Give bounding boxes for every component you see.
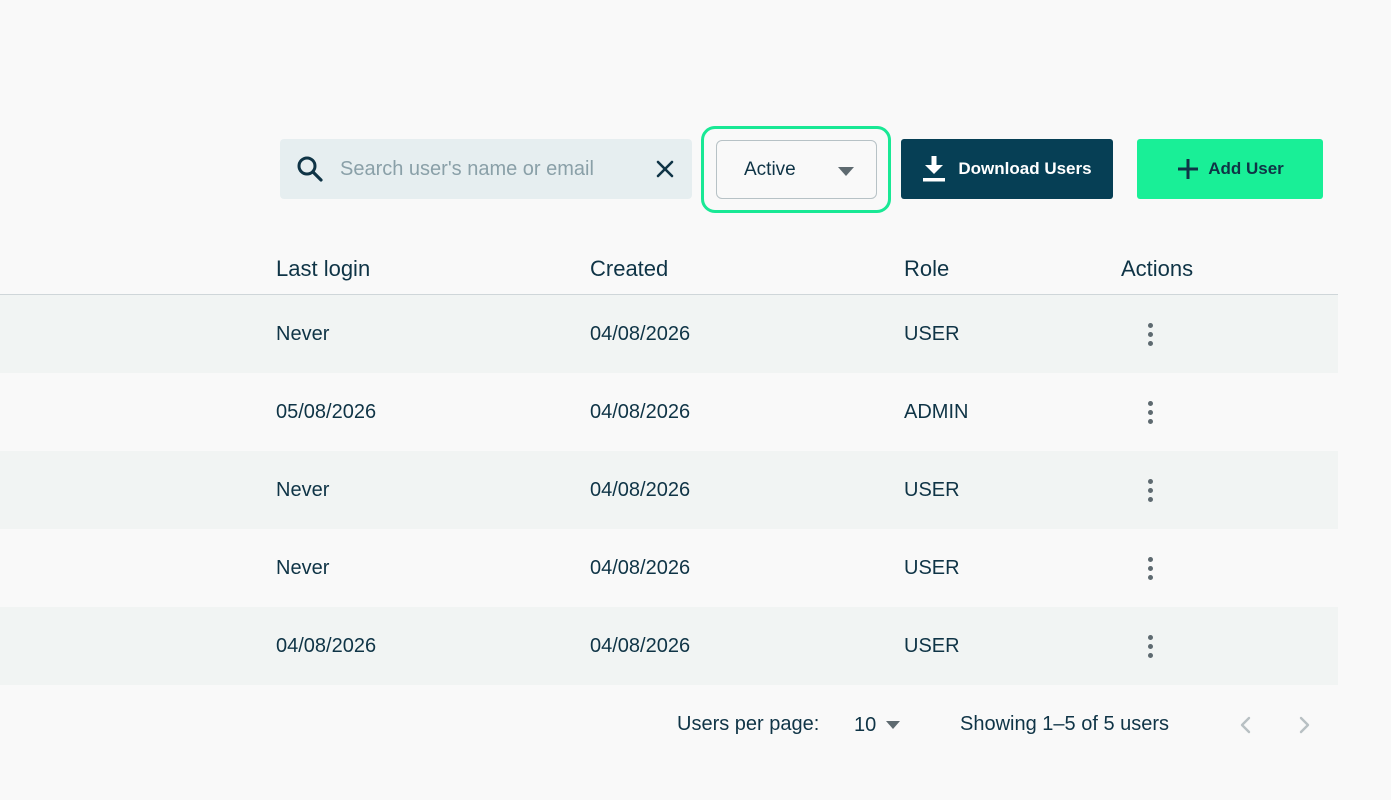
users-per-page-select[interactable]: 10 — [854, 710, 914, 740]
users-per-page-label: Users per page: — [677, 713, 820, 735]
row-actions-menu-icon[interactable] — [1138, 397, 1162, 427]
search-box — [280, 139, 692, 199]
table-row[interactable]: Never 04/08/2026 USER — [0, 529, 1338, 607]
last-login-cell: Never — [276, 323, 330, 345]
last-login-cell: Never — [276, 557, 330, 579]
row-actions-menu-icon[interactable] — [1138, 319, 1162, 349]
chevron-left-icon — [1240, 716, 1251, 734]
search-icon — [280, 139, 340, 199]
created-cell: 04/08/2026 — [590, 479, 691, 501]
add-user-label: Add User — [1208, 159, 1284, 178]
table-row[interactable]: Never 04/08/2026 USER — [0, 451, 1338, 529]
last-login-cell: 04/08/2026 — [276, 635, 377, 657]
column-header-last-login[interactable]: Last login — [276, 256, 370, 282]
created-cell: 04/08/2026 — [590, 635, 691, 657]
role-cell: USER — [904, 323, 960, 345]
table-row[interactable]: Never 04/08/2026 USER — [0, 295, 1338, 373]
users-table: Last login Created Role Actions Never 04… — [0, 240, 1338, 685]
role-cell: USER — [904, 557, 960, 579]
created-cell: 04/08/2026 — [590, 557, 691, 579]
created-cell: 04/08/2026 — [590, 401, 691, 423]
row-actions-menu-icon[interactable] — [1138, 553, 1162, 583]
search-input[interactable] — [340, 139, 638, 199]
table-row[interactable]: 04/08/2026 04/08/2026 USER — [0, 607, 1338, 685]
clear-search-button[interactable] — [638, 139, 692, 199]
showing-range-text: Showing 1–5 of 5 users — [960, 713, 1170, 735]
plus-icon — [1178, 159, 1199, 179]
role-cell: USER — [904, 479, 960, 501]
users-per-page-value: 10 — [854, 713, 877, 736]
close-icon — [656, 160, 674, 178]
caret-down-icon — [886, 721, 901, 729]
column-header-created[interactable]: Created — [590, 256, 668, 282]
row-actions-menu-icon[interactable] — [1138, 475, 1162, 505]
column-header-role[interactable]: Role — [904, 256, 949, 282]
download-users-label: Download Users — [958, 159, 1092, 178]
last-login-cell: 05/08/2026 — [276, 401, 377, 423]
caret-down-icon — [838, 167, 854, 176]
role-cell: USER — [904, 635, 960, 657]
status-filter-value: Active — [744, 158, 796, 180]
table-header: Last login Created Role Actions — [0, 240, 1338, 295]
last-login-cell: Never — [276, 479, 330, 501]
table-row[interactable]: 05/08/2026 04/08/2026 ADMIN — [0, 373, 1338, 451]
column-header-actions: Actions — [1121, 256, 1194, 281]
row-actions-menu-icon[interactable] — [1138, 631, 1162, 661]
chevron-right-icon — [1299, 716, 1310, 734]
download-users-button[interactable]: Download Users — [901, 139, 1113, 199]
status-filter-select[interactable]: Active — [716, 140, 877, 199]
created-cell: 04/08/2026 — [590, 323, 691, 345]
next-page-button[interactable] — [1292, 710, 1318, 740]
pagination-bar: Users per page: 10 Showing 1–5 of 5 user… — [0, 700, 1391, 750]
add-user-button[interactable]: Add User — [1137, 139, 1323, 199]
role-cell: ADMIN — [904, 401, 969, 423]
previous-page-button[interactable] — [1232, 710, 1258, 740]
download-icon — [923, 156, 946, 182]
